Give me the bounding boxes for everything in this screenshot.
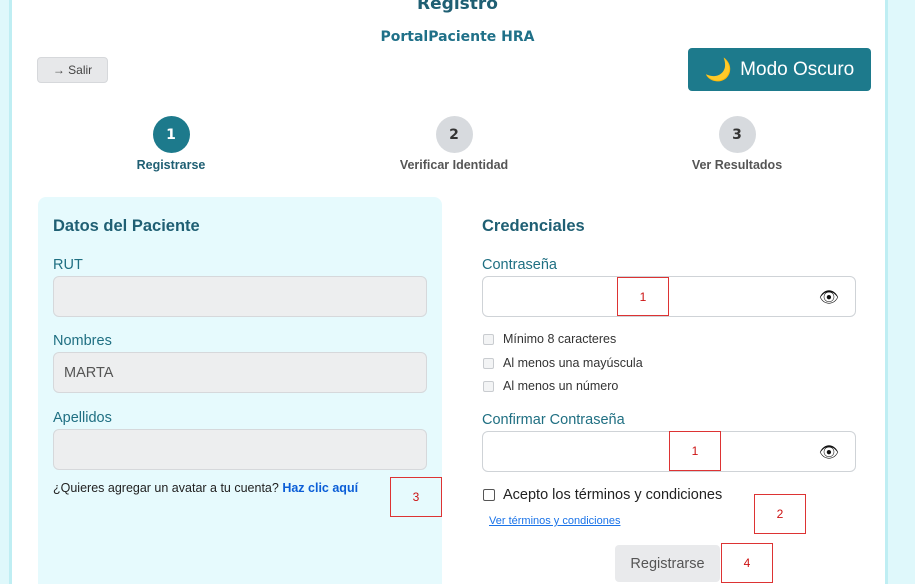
dark-mode-label: Modo Oscuro [740, 58, 855, 80]
avatar-prompt: ¿Quieres agregar un avatar a tu cuenta? … [53, 481, 358, 495]
terms-label: Acepto los términos y condiciones [503, 487, 723, 503]
rut-field[interactable] [53, 276, 427, 317]
left-border-panel [0, 0, 12, 584]
rule-checkbox [483, 357, 494, 369]
confirm-password-label: Confirmar Contraseña [482, 412, 625, 428]
step-verify: 2 Verificar Identidad [354, 116, 554, 172]
names-label: Nombres [53, 333, 112, 349]
lastnames-field[interactable] [53, 429, 427, 470]
rule-text: Al menos una mayúscula [503, 356, 643, 370]
password-input[interactable]: 👁 [482, 276, 856, 317]
step-label: Verificar Identidad [399, 158, 509, 172]
annotation-marker: 4 [721, 543, 773, 583]
terms-link[interactable]: Ver términos y condiciones [489, 515, 620, 527]
annotation-marker: 2 [754, 494, 806, 534]
step-number: 1 [152, 116, 190, 153]
register-button-label: Registrarse [630, 555, 705, 572]
rut-label: RUT [53, 257, 83, 273]
rule-text: Mínimo 8 caracteres [503, 332, 617, 346]
moon-icon: 🌙 [704, 56, 733, 82]
rule-text: Al menos un número [503, 379, 619, 393]
names-field[interactable]: MARTA [53, 352, 427, 393]
rule-min-length: Mínimo 8 caracteres [483, 332, 616, 346]
credentials-section-title: Credenciales [482, 217, 585, 235]
annotation-marker: 3 [390, 477, 442, 517]
exit-button-label: → Salir [52, 63, 93, 77]
dark-mode-button[interactable]: 🌙 Modo Oscuro [688, 48, 871, 91]
avatar-prompt-text: ¿Quieres agregar un avatar a tu cuenta? [53, 481, 279, 495]
eye-icon[interactable]: 👁 [819, 287, 839, 306]
rule-checkbox [483, 333, 494, 345]
patient-section-title: Datos del Paciente [53, 217, 200, 235]
rule-uppercase: Al menos una mayúscula [483, 356, 643, 370]
avatar-link[interactable]: Haz clic aquí [282, 481, 358, 495]
lastnames-label: Apellidos [53, 410, 112, 426]
step-number: 3 [718, 116, 756, 153]
step-results: 3 Ver Resultados [637, 116, 837, 172]
terms-checkbox[interactable] [483, 489, 495, 501]
annotation-marker: 1 [669, 431, 721, 471]
step-label: Ver Resultados [691, 158, 783, 172]
step-register: 1 Registrarse [71, 116, 271, 172]
step-number: 2 [435, 116, 473, 153]
names-value: MARTA [64, 364, 114, 381]
register-button[interactable]: Registrarse [615, 545, 720, 582]
exit-button[interactable]: → Salir [37, 57, 108, 83]
terms-checkbox-row[interactable]: Acepto los términos y condiciones [483, 487, 722, 503]
right-border-panel [885, 0, 915, 584]
eye-icon[interactable]: 👁 [819, 442, 839, 461]
rule-number: Al menos un número [483, 379, 618, 393]
step-label: Registrarse [136, 158, 206, 172]
rule-checkbox [483, 380, 494, 392]
page-subtitle: PortalPaciente HRA [380, 29, 535, 45]
password-label: Contraseña [482, 257, 557, 273]
page-title: Registro [417, 0, 498, 14]
annotation-marker: 1 [617, 277, 669, 316]
